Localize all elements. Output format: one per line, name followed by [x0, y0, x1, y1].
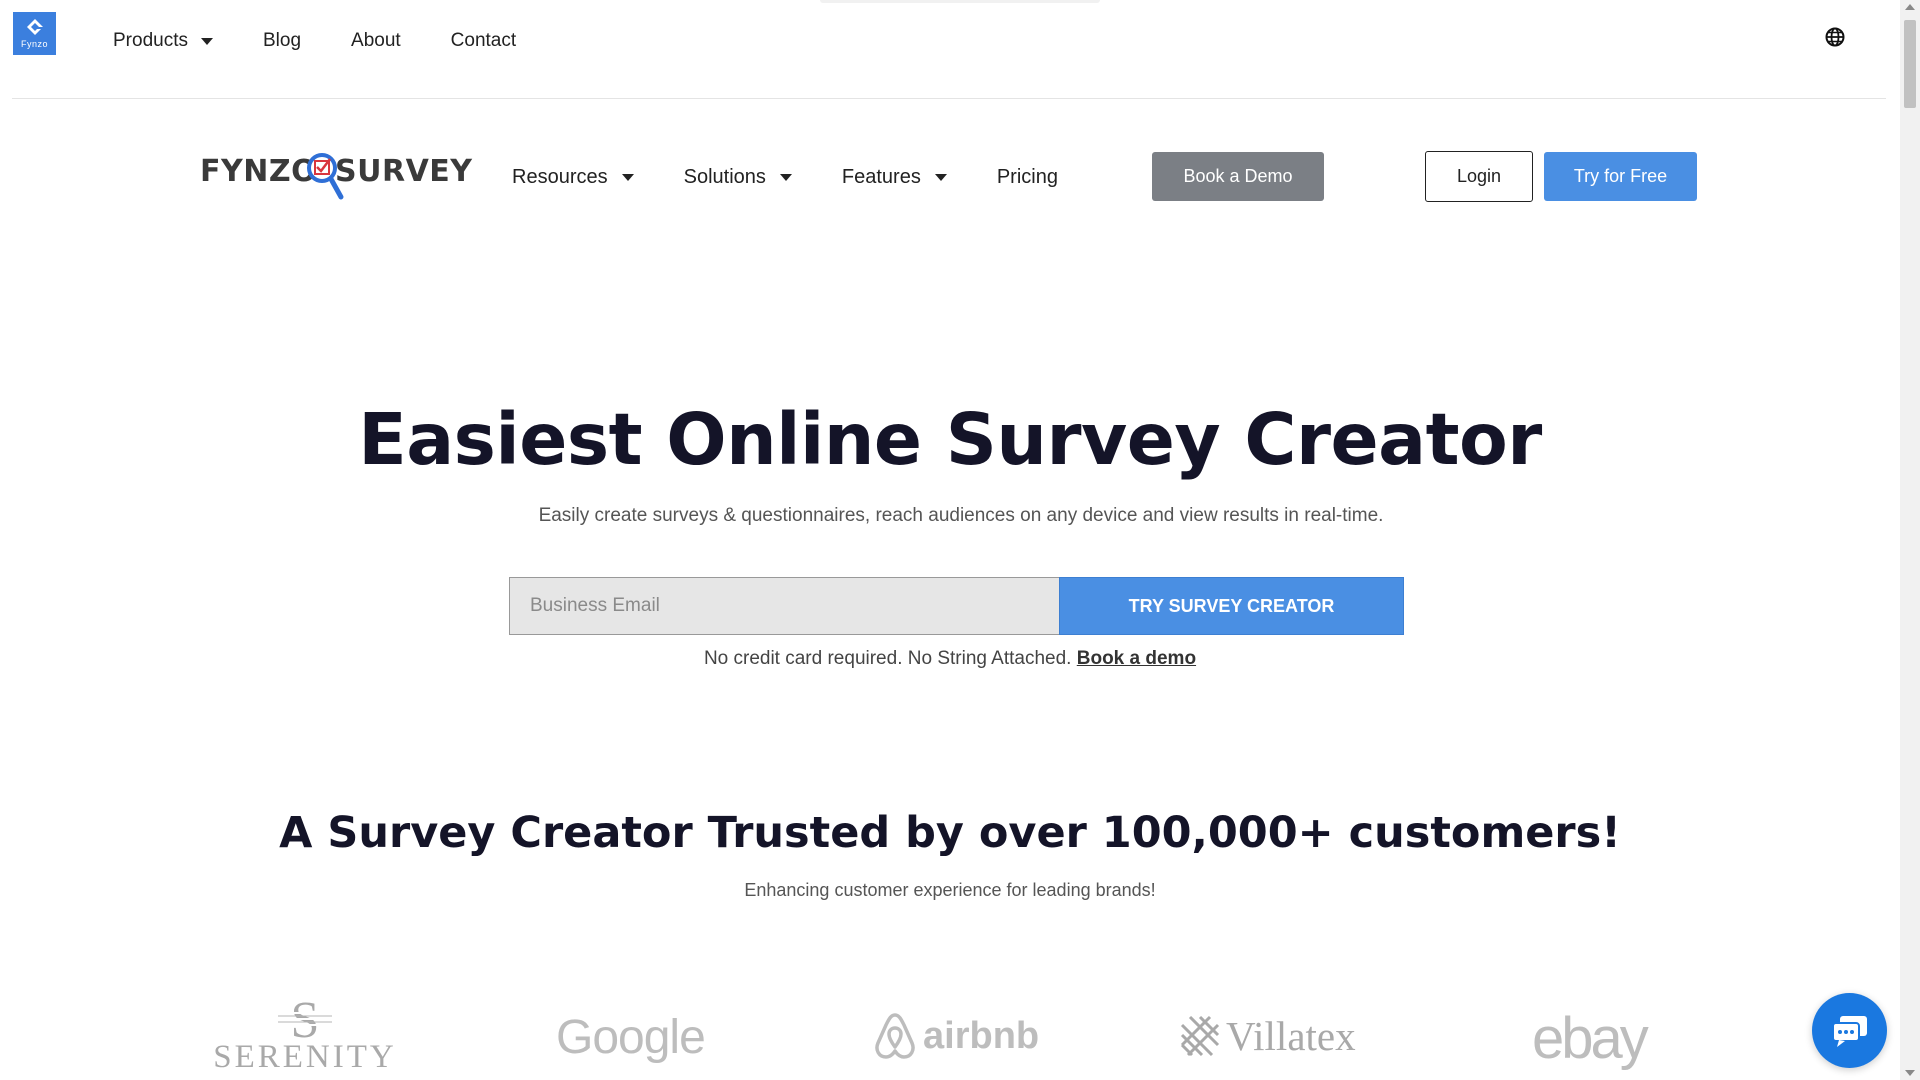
- fynzo-logo-text: Fynzo: [20, 39, 48, 49]
- top-nav: Products Blog About Contact: [113, 30, 566, 52]
- nav-pricing[interactable]: Pricing: [997, 166, 1058, 189]
- airbnb-belo-icon: [875, 1013, 915, 1059]
- villatex-wordmark: Villatex: [1226, 1013, 1356, 1059]
- nav-resources[interactable]: Resources: [512, 166, 634, 189]
- hero-subtitle: Easily create surveys & questionnaires, …: [538, 505, 1384, 526]
- main-nav: Resources Solutions Features Pricing: [512, 166, 1108, 189]
- nav-features[interactable]: Features: [842, 166, 947, 189]
- villatex-mark-icon: [1180, 1015, 1220, 1057]
- caret-down-icon: [621, 174, 634, 181]
- topnav-blog[interactable]: Blog: [263, 30, 301, 52]
- airbnb-wordmark: airbnb: [923, 1014, 1040, 1057]
- trust-heading: A Survey Creator Trusted by over 100,000…: [279, 808, 1621, 858]
- ebay-logo: ebay: [1532, 1006, 1649, 1071]
- topnav-contact[interactable]: Contact: [451, 30, 516, 52]
- globe-icon[interactable]: [1824, 26, 1846, 48]
- topnav-products-label: Products: [113, 30, 188, 51]
- scroll-down-arrow-icon[interactable]: [1905, 1070, 1915, 1076]
- google-logo: Google: [556, 1011, 706, 1064]
- airbnb-logo: airbnb: [873, 1011, 1039, 1061]
- fynzo-logo[interactable]: Fynzo: [13, 12, 56, 55]
- book-demo-button[interactable]: Book a Demo: [1152, 152, 1324, 201]
- hero-title: Easiest Online Survey Creator: [358, 398, 1542, 481]
- nav-features-label: Features: [841, 166, 921, 188]
- book-demo-link[interactable]: Book a demo: [1077, 648, 1196, 669]
- villatex-logo: Villatex: [1180, 1012, 1356, 1060]
- topnav-blog-label: Blog: [262, 30, 302, 51]
- nav-solutions-label: Solutions: [683, 166, 766, 188]
- no-credit-card-note: No credit card required. No String Attac…: [0, 648, 1900, 670]
- top-edge-shadow: [820, 0, 1100, 3]
- fynzo-mark-icon: [26, 19, 43, 35]
- brand-word-fynzo: FYNZO: [200, 154, 318, 189]
- try-for-free-button[interactable]: Try for Free: [1544, 152, 1697, 201]
- scroll-up-arrow-icon[interactable]: [1905, 4, 1915, 10]
- signup-form: TRY SURVEY CREATOR: [509, 577, 1404, 635]
- topnav-about[interactable]: About: [351, 30, 401, 52]
- scrollbar-thumb[interactable]: [1904, 20, 1916, 108]
- brand-word-survey: SURVEY: [335, 154, 473, 189]
- topnav-about-label: About: [351, 30, 401, 51]
- fynzo-survey-logo[interactable]: FYNZO SURVEY: [200, 148, 472, 204]
- caret-down-icon: [779, 174, 792, 181]
- login-button[interactable]: Login: [1425, 151, 1533, 202]
- top-utility-bar: Fynzo Products Blog About Contact: [12, 0, 1886, 99]
- topnav-products[interactable]: Products: [113, 30, 213, 52]
- nav-resources-label: Resources: [512, 166, 608, 188]
- caret-down-icon: [934, 174, 947, 181]
- trust-subheading: Enhancing customer experience for leadin…: [744, 880, 1156, 900]
- brand-logos-row: S SERENITY Google airbnb Villa: [0, 985, 1900, 1080]
- nav-solutions[interactable]: Solutions: [684, 166, 792, 189]
- live-chat-button[interactable]: [1812, 993, 1887, 1068]
- serenity-logo: S SERENITY: [210, 993, 400, 1076]
- topnav-contact-label: Contact: [450, 30, 517, 51]
- business-email-input[interactable]: [509, 577, 1059, 635]
- caret-down-icon: [200, 37, 213, 45]
- page-scrollbar[interactable]: [1900, 0, 1920, 1080]
- serenity-wordmark: SERENITY: [213, 1039, 397, 1075]
- chat-bubble-icon: [1831, 1015, 1867, 1047]
- nav-pricing-label: Pricing: [996, 166, 1058, 188]
- note-text: No credit card required. No String Attac…: [703, 648, 1072, 669]
- serenity-s-mark-icon: S: [274, 993, 336, 1043]
- try-survey-creator-button[interactable]: TRY SURVEY CREATOR: [1059, 577, 1404, 635]
